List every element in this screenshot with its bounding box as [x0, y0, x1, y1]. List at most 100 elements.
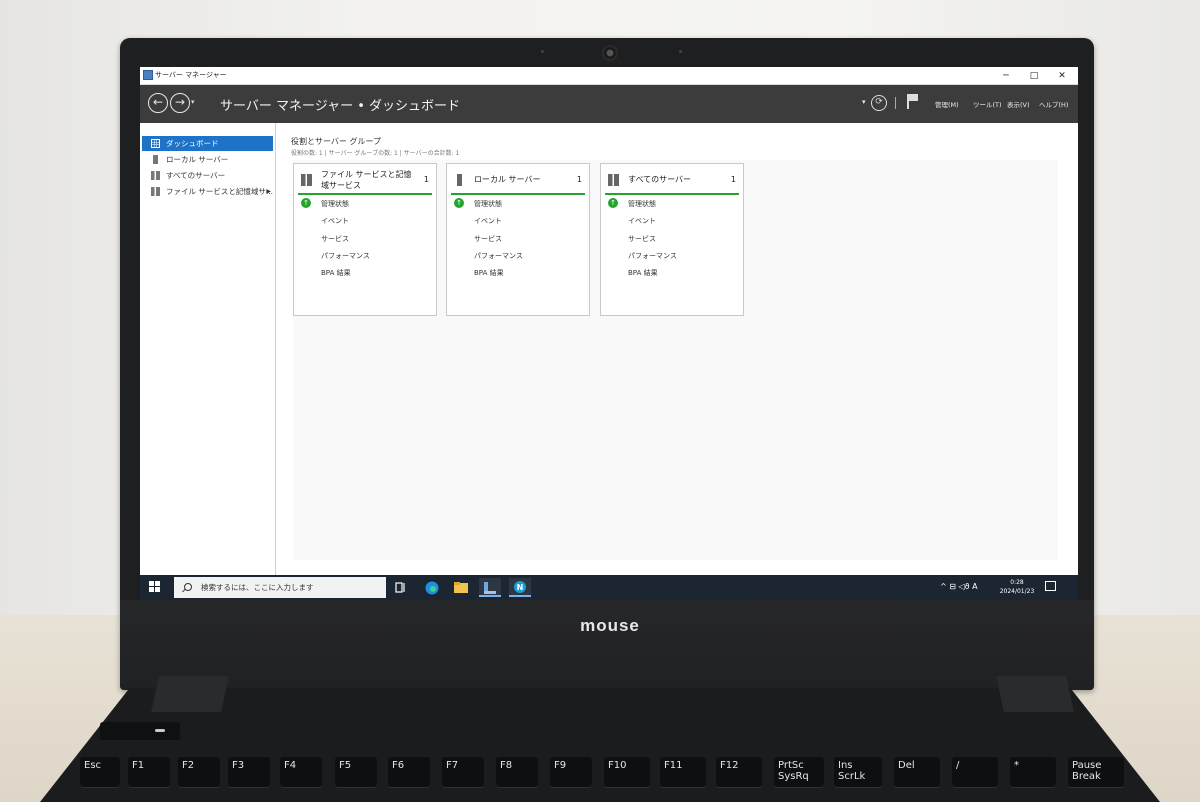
- status-ok-icon: ↑: [454, 198, 464, 208]
- key-ins[interactable]: Ins ScrLk: [834, 757, 882, 787]
- sidebar-item-dashboard[interactable]: ダッシュボード: [142, 136, 273, 151]
- notifications-flag-icon[interactable]: [907, 94, 918, 109]
- sidebar-item-label: ファイル サービスと記憶域サ...: [166, 187, 273, 196]
- tile-title: すべてのサーバー: [628, 175, 692, 184]
- menu-manage[interactable]: 管理(M): [935, 99, 959, 109]
- key-prtsc[interactable]: PrtSc SysRq: [774, 757, 824, 787]
- refresh-button[interactable]: ⟳: [871, 95, 887, 111]
- tile-row-manageability[interactable]: 管理状態: [628, 199, 656, 209]
- forward-button[interactable]: →: [170, 93, 190, 113]
- tile-row-services[interactable]: サービス: [474, 234, 502, 244]
- status-ok-icon: ↑: [301, 198, 311, 208]
- tile-all-servers[interactable]: すべてのサーバー 1 ↑ 管理状態 イベント サービス パフォーマンス BPA …: [600, 163, 744, 316]
- dashboard-grid-icon: [151, 139, 160, 148]
- tile-row-manageability[interactable]: 管理状態: [474, 199, 502, 209]
- dashboard-content: 役割とサーバー グループ 役割の数: 1 | サーバー グループの数: 1 | …: [277, 123, 1078, 575]
- sidebar-item-all-servers[interactable]: すべてのサーバー: [142, 168, 273, 183]
- key-f10[interactable]: F10: [604, 757, 650, 787]
- key-f4[interactable]: F4: [280, 757, 322, 787]
- tile-row-performance[interactable]: パフォーマンス: [628, 251, 677, 261]
- file-storage-icon: [151, 187, 160, 196]
- sidebar-item-local-server[interactable]: ローカル サーバー: [142, 152, 273, 167]
- server-icon: [153, 155, 158, 164]
- key-pause[interactable]: Pause Break: [1068, 757, 1124, 787]
- tile-row-services[interactable]: サービス: [628, 234, 656, 244]
- key-asterisk[interactable]: *: [1010, 757, 1056, 787]
- taskbar-search-input[interactable]: 検索するには、ここに入力します: [174, 577, 386, 598]
- header-divider: [895, 97, 896, 109]
- tile-status-bar: [605, 193, 739, 195]
- tile-count: 1: [576, 175, 582, 184]
- system-tray-icons[interactable]: ^ ⊟ ◁ϑ A: [940, 582, 978, 591]
- power-button[interactable]: [100, 722, 180, 740]
- key-f5[interactable]: F5: [335, 757, 377, 787]
- tile-row-bpa[interactable]: BPA 結果: [628, 268, 658, 278]
- sensor-dot: [541, 50, 544, 53]
- tile-row-services[interactable]: サービス: [321, 234, 349, 244]
- tile-row-bpa[interactable]: BPA 結果: [474, 268, 504, 278]
- key-del[interactable]: Del: [894, 757, 940, 787]
- key-f8[interactable]: F8: [496, 757, 538, 787]
- back-button[interactable]: ←: [148, 93, 168, 113]
- webcam-icon: [602, 45, 618, 61]
- maximize-button[interactable]: □: [1020, 69, 1048, 83]
- key-f2[interactable]: F2: [178, 757, 220, 787]
- app-header: ← → ▾ サーバー マネージャー • ダッシュボード ▾ ⟳ 管理(M) ツー…: [140, 85, 1078, 123]
- expand-arrow-icon[interactable]: ▶: [266, 184, 271, 199]
- power-led: [155, 729, 165, 732]
- search-icon: [184, 583, 192, 591]
- history-dropdown-icon[interactable]: ▾: [191, 98, 195, 106]
- refresh-dropdown-icon[interactable]: ▾: [862, 98, 866, 106]
- server-manager-taskbar-icon[interactable]: [479, 578, 501, 597]
- tile-count: 1: [423, 175, 429, 184]
- app-n-taskbar-icon[interactable]: N: [509, 578, 531, 597]
- key-f11[interactable]: F11: [660, 757, 706, 787]
- tile-row-performance[interactable]: パフォーマンス: [321, 251, 370, 261]
- screen: サーバー マネージャー ─ □ ✕ ← → ▾ サーバー マネージャー • ダッ…: [140, 67, 1078, 600]
- key-esc[interactable]: Esc: [80, 757, 120, 787]
- tile-row-manageability[interactable]: 管理状態: [321, 199, 349, 209]
- sensor-dot: [679, 50, 682, 53]
- servers-icon: [608, 174, 619, 186]
- close-button[interactable]: ✕: [1048, 69, 1076, 83]
- menu-view[interactable]: 表示(V): [1007, 99, 1030, 109]
- section-summary: 役割の数: 1 | サーバー グループの数: 1 | サーバーの合計数: 1: [291, 150, 460, 157]
- key-f1[interactable]: F1: [128, 757, 170, 787]
- key-f12[interactable]: F12: [716, 757, 762, 787]
- breadcrumb: サーバー マネージャー • ダッシュボード: [220, 99, 461, 114]
- task-view-icon[interactable]: [390, 578, 412, 597]
- key-f7[interactable]: F7: [442, 757, 484, 787]
- tile-row-events[interactable]: イベント: [474, 216, 502, 226]
- menu-tools[interactable]: ツール(T): [973, 99, 1002, 109]
- sidebar-item-label: ローカル サーバー: [166, 155, 229, 164]
- tile-row-events[interactable]: イベント: [628, 216, 656, 226]
- tile-row-performance[interactable]: パフォーマンス: [474, 251, 523, 261]
- tile-row-events[interactable]: イベント: [321, 216, 349, 226]
- tile-file-storage-services[interactable]: ファイル サービスと記憶域サービス 1 ↑ 管理状態 イベント サービス パフォ…: [293, 163, 437, 316]
- action-center-icon[interactable]: [1045, 581, 1056, 591]
- hinge-left: [151, 676, 229, 712]
- key-f3[interactable]: F3: [228, 757, 270, 787]
- edge-browser-icon[interactable]: [421, 578, 443, 597]
- window-titlebar: サーバー マネージャー ─ □ ✕: [140, 67, 1078, 85]
- sidebar-item-label: すべてのサーバー: [166, 171, 226, 180]
- file-explorer-icon[interactable]: [450, 578, 472, 597]
- server-icon: [457, 174, 462, 186]
- tiles-area: ファイル サービスと記憶域サービス 1 ↑ 管理状態 イベント サービス パフォ…: [293, 160, 1058, 560]
- sidebar-item-file-storage[interactable]: ファイル サービスと記憶域サ... ▶: [142, 184, 273, 199]
- tile-row-bpa[interactable]: BPA 結果: [321, 268, 351, 278]
- minimize-button[interactable]: ─: [992, 69, 1020, 83]
- menu-help[interactable]: ヘルプ(H): [1039, 99, 1068, 109]
- search-placeholder: 検索するには、ここに入力します: [201, 583, 314, 592]
- windows-start-icon[interactable]: [149, 581, 161, 593]
- tile-title: ファイル サービスと記憶域サービス: [321, 170, 412, 190]
- tile-status-bar: [451, 193, 585, 195]
- taskbar-clock[interactable]: 0:28 2024/01/23: [997, 578, 1037, 596]
- key-f9[interactable]: F9: [550, 757, 592, 787]
- clock-date: 2024/01/23: [999, 588, 1035, 595]
- servers-icon: [151, 171, 160, 180]
- laptop-brand-logo: mouse: [580, 616, 640, 635]
- tile-local-server[interactable]: ローカル サーバー 1 ↑ 管理状態 イベント サービス パフォーマンス BPA…: [446, 163, 590, 316]
- key-slash[interactable]: /: [952, 757, 998, 787]
- key-f6[interactable]: F6: [388, 757, 430, 787]
